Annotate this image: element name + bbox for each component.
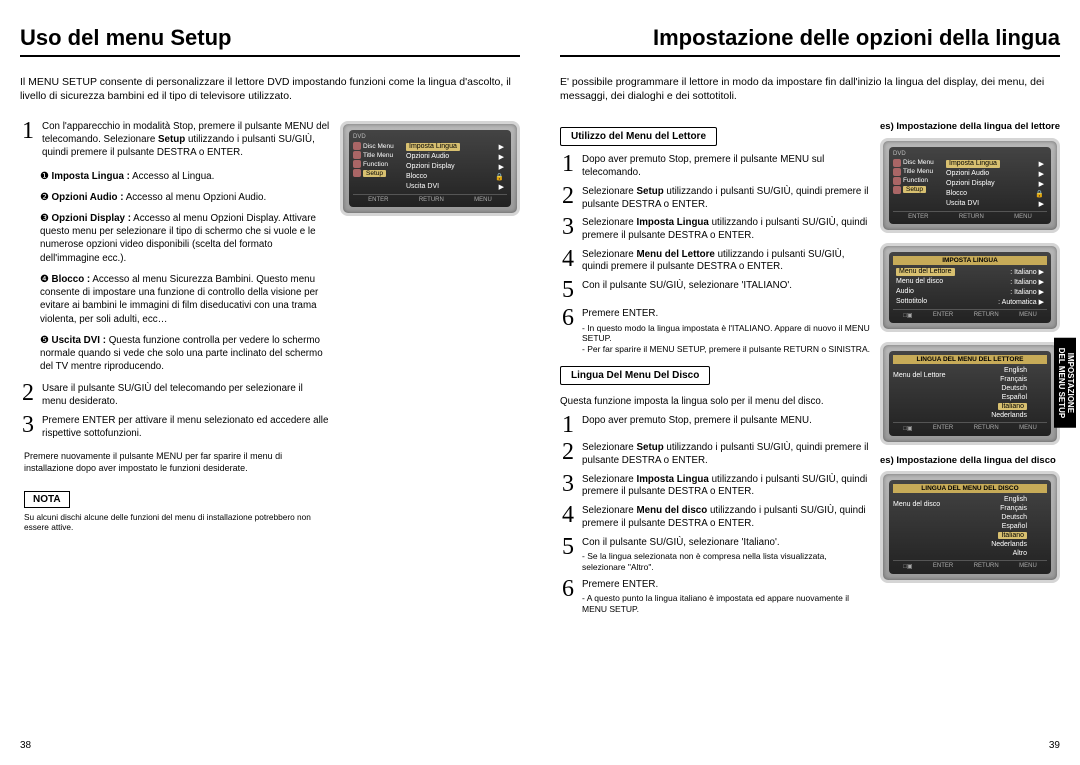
- page-num-right: 39: [1049, 740, 1060, 751]
- nota-label: NOTA: [24, 491, 70, 508]
- osd-imposta-lingua: IMPOSTA LINGUA Menu del Lettore: Italian…: [880, 243, 1060, 332]
- left-fine-note: Premere nuovamente il pulsante MENU per …: [24, 450, 330, 474]
- page-38: Uso del menu Setup Il MENU SETUP consent…: [0, 0, 540, 765]
- right-step: 1 Dopo aver premuto Stop, premere il pul…: [560, 154, 870, 179]
- side-caption-a: es) Impostazione della lingua del lettor…: [880, 121, 1060, 133]
- left-title: Uso del menu Setup: [20, 25, 520, 51]
- right-side-col: es) Impostazione della lingua del lettor…: [880, 121, 1060, 620]
- section-b-intro: Questa funzione imposta la lingua solo p…: [560, 395, 870, 408]
- right-rule: [560, 55, 1060, 57]
- side-tab: IMPOSTAZIONEDEL MENU SETUP: [1054, 337, 1076, 428]
- page-num-left: 38: [20, 740, 31, 751]
- right-step: 1 Dopo aver premuto Stop, premere il pul…: [560, 415, 870, 437]
- left-step-3: 3 Premere ENTER per attivare il menu sel…: [20, 415, 330, 440]
- right-step: 2 Selezionare Setup utilizzando i pulsan…: [560, 442, 870, 467]
- bullet-item: ❹ Blocco : Accesso al menu Sicurezza Bam…: [40, 273, 330, 326]
- nota-text: Su alcuni dischi alcune delle funzioni d…: [24, 512, 330, 534]
- left-bullets: ❶ Imposta Lingua : Accesso al Lingua. ❷ O…: [40, 170, 330, 374]
- right-intro: E' possibile programmare il lettore in m…: [560, 75, 1060, 103]
- bullet-item: ❷ Opzioni Audio : Accesso al menu Opzion…: [40, 191, 330, 204]
- left-text-col: 1 Con l'apparecchio in modalità Stop, pr…: [20, 121, 330, 533]
- right-step: 6 Premere ENTER.- In questo modo la ling…: [560, 308, 870, 355]
- section-b-header: Lingua Del Menu Del Disco: [560, 366, 710, 385]
- left-intro: Il MENU SETUP consente di personalizzare…: [20, 75, 520, 103]
- right-step: 3 Selezionare Imposta Lingua utilizzando…: [560, 474, 870, 499]
- section-a-header: Utilizzo del Menu del Lettore: [560, 127, 717, 146]
- osd-lingua-lettore: LINGUA DEL MENU DEL LETTORE Menu del Let…: [880, 342, 1060, 445]
- bullet-item: ❸ Opzioni Display : Accesso al menu Opzi…: [40, 212, 330, 265]
- bullet-item: ❺ Uscita DVI : Questa funzione controlla…: [40, 334, 330, 374]
- right-step: 4 Selezionare Menu del Lettore utilizzan…: [560, 249, 870, 274]
- right-step: 6 Premere ENTER.- A questo punto la ling…: [560, 579, 870, 615]
- osd-setup-menu: DVD Disc MenuTitle MenuFunctionSetup Imp…: [340, 121, 520, 216]
- left-step-2: 2 Usare il pulsante SU/GIÙ del telecoman…: [20, 383, 330, 408]
- left-side-col: DVD Disc MenuTitle MenuFunctionSetup Imp…: [340, 121, 520, 533]
- left-step-1: 1 Con l'apparecchio in modalità Stop, pr…: [20, 121, 330, 159]
- right-step: 5 Con il pulsante SU/GIÙ, selezionare 'I…: [560, 537, 870, 573]
- bullet-item: ❶ Imposta Lingua : Accesso al Lingua.: [40, 170, 330, 183]
- right-step: 2 Selezionare Setup utilizzando i pulsan…: [560, 186, 870, 211]
- right-text-col: Utilizzo del Menu del Lettore 1 Dopo ave…: [560, 121, 870, 620]
- osd-lingua-disco: LINGUA DEL MENU DEL DISCO Menu del disco…: [880, 471, 1060, 583]
- right-step: 3 Selezionare Imposta Lingua utilizzando…: [560, 217, 870, 242]
- side-caption-b: es) Impostazione della lingua del disco: [880, 455, 1060, 467]
- left-rule: [20, 55, 520, 57]
- right-title: Impostazione delle opzioni della lingua: [560, 25, 1060, 51]
- right-step: 5 Con il pulsante SU/GIÙ, selezionare 'I…: [560, 280, 870, 302]
- page-39: Impostazione delle opzioni della lingua …: [540, 0, 1080, 765]
- right-step: 4 Selezionare Menu del disco utilizzando…: [560, 505, 870, 530]
- osd-main-small: DVD Disc MenuTitle MenuFunctionSetup Imp…: [880, 138, 1060, 233]
